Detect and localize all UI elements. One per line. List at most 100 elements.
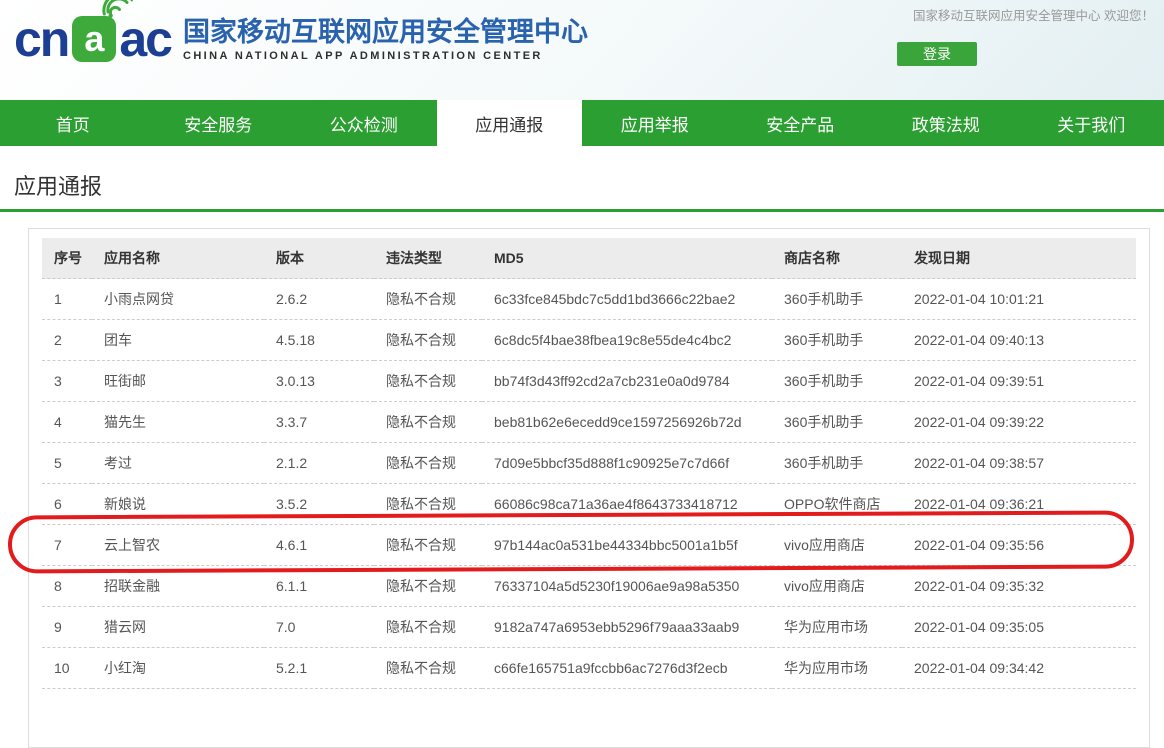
site-logo[interactable]: cn a ac 国家移动互联网应用安全管理中心 CHINA NATIONAL A… xyxy=(14,10,588,68)
report-table-container: 序号应用名称版本违法类型MD5商店名称发现日期 1小雨点网贷2.6.2隐私不合规… xyxy=(28,228,1150,748)
logo-titles: 国家移动互联网应用安全管理中心 CHINA NATIONAL APP ADMIN… xyxy=(183,16,588,68)
column-header-4: 违法类型 xyxy=(374,238,482,279)
cell-MD5: bb74f3d43ff92cd2a7cb231e0a0d9784 xyxy=(482,361,772,402)
cell-版本: 4.5.18 xyxy=(264,320,374,361)
app-report-table: 序号应用名称版本违法类型MD5商店名称发现日期 1小雨点网贷2.6.2隐私不合规… xyxy=(42,238,1136,689)
cell-应用名称: 云上智农 xyxy=(92,525,264,566)
nav-item-1[interactable]: 首页 xyxy=(0,100,146,146)
column-header-1: 序号 xyxy=(42,238,92,279)
cell-版本: 3.3.7 xyxy=(264,402,374,443)
cell-违法类型: 隐私不合规 xyxy=(374,279,482,320)
cell-MD5: 76337104a5d5230f19006ae9a98a5350 xyxy=(482,566,772,607)
green-divider xyxy=(0,209,1164,212)
cell-应用名称: 新娘说 xyxy=(92,484,264,525)
cell-商店名称: 华为应用市场 xyxy=(772,607,902,648)
logo-letters-left: cn xyxy=(14,10,68,68)
cell-序号: 4 xyxy=(42,402,92,443)
table-row-2: 2团车4.5.18隐私不合规6c8dc5f4bae38fbea19c8e55de… xyxy=(42,320,1136,361)
cell-版本: 6.1.1 xyxy=(264,566,374,607)
logo-box-letter: a xyxy=(84,21,104,57)
cell-违法类型: 隐私不合规 xyxy=(374,525,482,566)
column-header-7: 发现日期 xyxy=(902,238,1136,279)
cell-违法类型: 隐私不合规 xyxy=(374,648,482,689)
cell-违法类型: 隐私不合规 xyxy=(374,320,482,361)
cell-版本: 7.0 xyxy=(264,607,374,648)
column-header-3: 版本 xyxy=(264,238,374,279)
cell-违法类型: 隐私不合规 xyxy=(374,607,482,648)
cell-发现日期: 2022-01-04 09:35:56 xyxy=(902,525,1136,566)
cell-商店名称: 360手机助手 xyxy=(772,320,902,361)
cell-发现日期: 2022-01-04 10:01:21 xyxy=(902,279,1136,320)
cell-商店名称: 360手机助手 xyxy=(772,279,902,320)
nav-item-6[interactable]: 安全产品 xyxy=(728,100,874,146)
nav-item-5[interactable]: 应用举报 xyxy=(582,100,728,146)
cell-违法类型: 隐私不合规 xyxy=(374,484,482,525)
cell-应用名称: 小红淘 xyxy=(92,648,264,689)
cell-发现日期: 2022-01-04 09:35:32 xyxy=(902,566,1136,607)
cell-发现日期: 2022-01-04 09:34:42 xyxy=(902,648,1136,689)
logo-title-english: CHINA NATIONAL APP ADMINISTRATION CENTER xyxy=(183,50,588,62)
cell-版本: 2.6.2 xyxy=(264,279,374,320)
cell-商店名称: vivo应用商店 xyxy=(772,525,902,566)
table-row-4: 4猫先生3.3.7隐私不合规beb81b62e6ecedd9ce15972569… xyxy=(42,402,1136,443)
cell-应用名称: 团车 xyxy=(92,320,264,361)
cell-应用名称: 招联金融 xyxy=(92,566,264,607)
table-row-1: 1小雨点网贷2.6.2隐私不合规6c33fce845bdc7c5dd1bd366… xyxy=(42,279,1136,320)
cell-序号: 3 xyxy=(42,361,92,402)
table-row-7: 7云上智农4.6.1隐私不合规97b144ac0a531be44334bbc50… xyxy=(42,525,1136,566)
section-title-bar: 应用通报 xyxy=(0,146,1164,200)
cell-应用名称: 考过 xyxy=(92,443,264,484)
cell-MD5: 66086c98ca71a36ae4f8643733418712 xyxy=(482,484,772,525)
cell-序号: 6 xyxy=(42,484,92,525)
cell-MD5: c66fe165751a9fccbb6ac7276d3f2ecb xyxy=(482,648,772,689)
main-nav: 首页安全服务公众检测应用通报应用举报安全产品政策法规关于我们 xyxy=(0,100,1164,146)
nav-item-3[interactable]: 公众检测 xyxy=(291,100,437,146)
cell-违法类型: 隐私不合规 xyxy=(374,402,482,443)
table-row-3: 3旺街邮3.0.13隐私不合规bb74f3d43ff92cd2a7cb231e0… xyxy=(42,361,1136,402)
cell-MD5: beb81b62e6ecedd9ce1597256926b72d xyxy=(482,402,772,443)
nav-item-2[interactable]: 安全服务 xyxy=(146,100,292,146)
nav-item-7[interactable]: 政策法规 xyxy=(873,100,1019,146)
cell-发现日期: 2022-01-04 09:40:13 xyxy=(902,320,1136,361)
cell-序号: 5 xyxy=(42,443,92,484)
page-title: 应用通报 xyxy=(14,174,1164,200)
cell-版本: 5.2.1 xyxy=(264,648,374,689)
table-row-9: 9猎云网7.0隐私不合规9182a747a6953ebb5296f79aaa33… xyxy=(42,607,1136,648)
column-header-6: 商店名称 xyxy=(772,238,902,279)
cell-应用名称: 小雨点网贷 xyxy=(92,279,264,320)
cell-发现日期: 2022-01-04 09:39:51 xyxy=(902,361,1136,402)
cell-应用名称: 旺街邮 xyxy=(92,361,264,402)
cell-商店名称: 360手机助手 xyxy=(772,443,902,484)
cell-版本: 3.0.13 xyxy=(264,361,374,402)
cell-序号: 1 xyxy=(42,279,92,320)
table-header-row: 序号应用名称版本违法类型MD5商店名称发现日期 xyxy=(42,238,1136,279)
cell-商店名称: 360手机助手 xyxy=(772,402,902,443)
nav-item-4[interactable]: 应用通报 xyxy=(437,100,583,146)
logo-letters-right: ac xyxy=(119,10,171,68)
cell-版本: 3.5.2 xyxy=(264,484,374,525)
site-header: cn a ac 国家移动互联网应用安全管理中心 CHINA NATIONAL A… xyxy=(0,0,1164,100)
cell-MD5: 9182a747a6953ebb5296f79aaa33aab9 xyxy=(482,607,772,648)
cell-MD5: 97b144ac0a531be44334bbc5001a1b5f xyxy=(482,525,772,566)
cell-序号: 10 xyxy=(42,648,92,689)
cell-序号: 9 xyxy=(42,607,92,648)
welcome-text: 国家移动互联网应用安全管理中心 欢迎您！ xyxy=(913,5,1154,24)
cell-商店名称: 360手机助手 xyxy=(772,361,902,402)
table-row-6: 6新娘说3.5.2隐私不合规66086c98ca71a36ae4f8643733… xyxy=(42,484,1136,525)
cell-序号: 7 xyxy=(42,525,92,566)
cell-版本: 4.6.1 xyxy=(264,525,374,566)
cell-发现日期: 2022-01-04 09:35:05 xyxy=(902,607,1136,648)
cell-违法类型: 隐私不合规 xyxy=(374,443,482,484)
table-row-8: 8招联金融6.1.1隐私不合规76337104a5d5230f19006ae9a… xyxy=(42,566,1136,607)
cell-商店名称: OPPO软件商店 xyxy=(772,484,902,525)
cell-发现日期: 2022-01-04 09:39:22 xyxy=(902,402,1136,443)
column-header-2: 应用名称 xyxy=(92,238,264,279)
cell-MD5: 6c8dc5f4bae38fbea19c8e55de4c4bc2 xyxy=(482,320,772,361)
nav-item-8[interactable]: 关于我们 xyxy=(1019,100,1164,146)
cell-发现日期: 2022-01-04 09:36:21 xyxy=(902,484,1136,525)
cell-违法类型: 隐私不合规 xyxy=(374,566,482,607)
cell-发现日期: 2022-01-04 09:38:57 xyxy=(902,443,1136,484)
cell-MD5: 7d09e5bbcf35d888f1c90925e7c7d66f xyxy=(482,443,772,484)
cell-商店名称: vivo应用商店 xyxy=(772,566,902,607)
login-button[interactable]: 登录 xyxy=(897,42,977,66)
